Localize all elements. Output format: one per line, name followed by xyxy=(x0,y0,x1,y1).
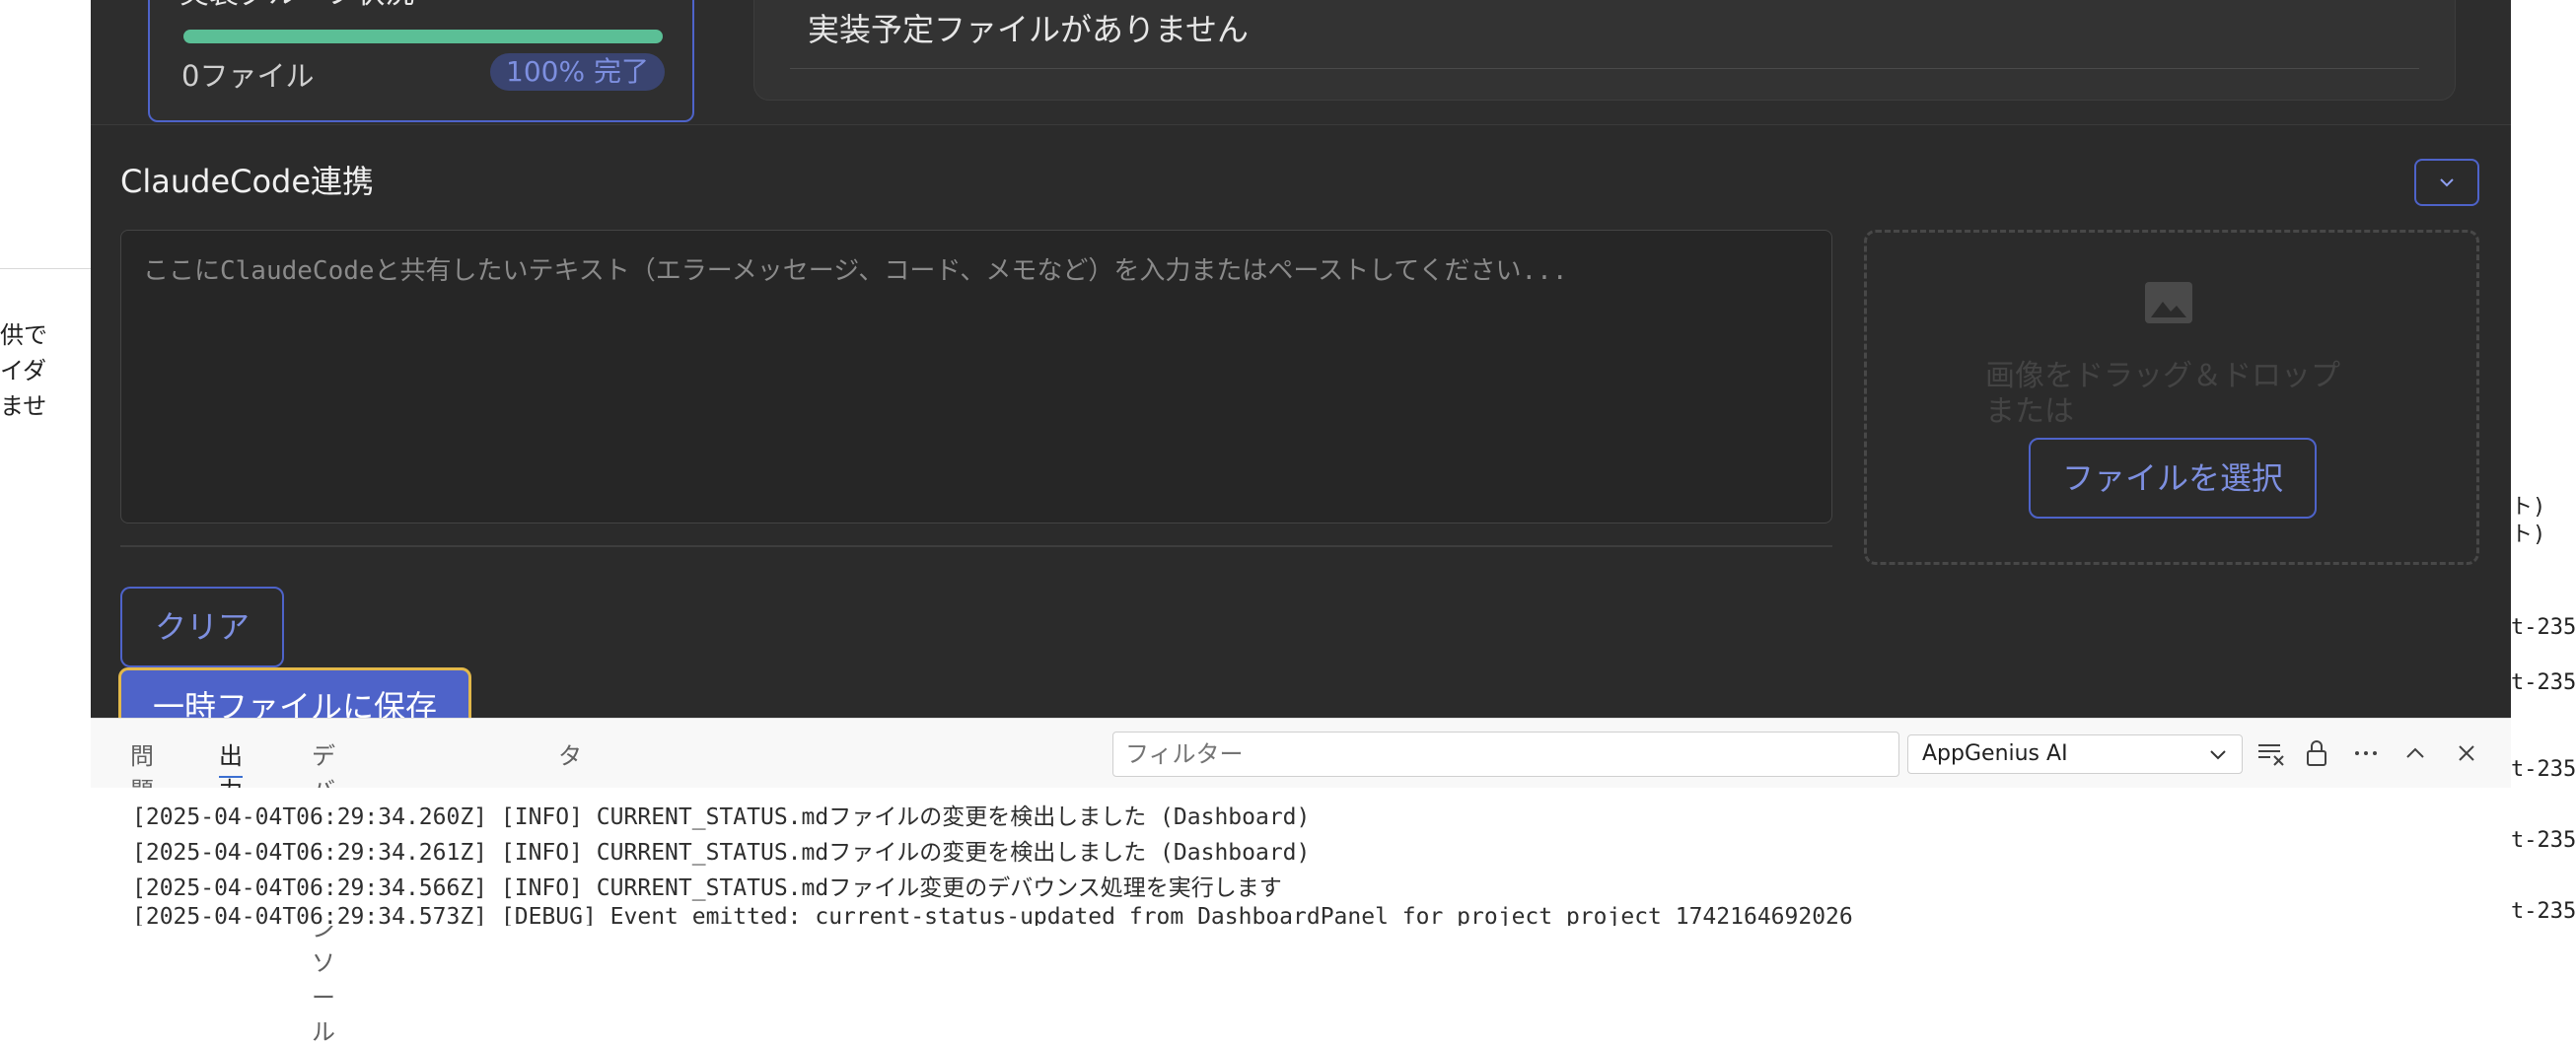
close-panel-icon[interactable] xyxy=(2450,736,2483,770)
divider xyxy=(790,68,2419,69)
progress-bar xyxy=(183,30,663,43)
shared-text-input[interactable]: ここにClaudeCodeと共有したいテキスト（エラーメッセージ、コード、メモな… xyxy=(120,230,1832,524)
log-line: [2025-04-04T06:29:34.260Z] [INFO] CURREN… xyxy=(132,804,1311,830)
text-fragment: t-2354 xyxy=(2511,899,2576,924)
background-editor-left: 供で イダ ませ xyxy=(0,0,91,925)
active-tab-indicator xyxy=(219,776,243,778)
chevron-down-icon xyxy=(2440,178,2454,187)
divider xyxy=(120,545,1832,547)
completion-badge: 100% 完了 xyxy=(490,53,665,91)
drop-or-label: または xyxy=(1985,394,2074,429)
collapse-button[interactable] xyxy=(2414,159,2479,206)
file-count: 0ファイル xyxy=(181,59,315,93)
clear-button[interactable]: クリア xyxy=(120,587,284,667)
textarea-placeholder: ここにClaudeCodeと共有したいテキスト（エラーメッセージ、コード、メモな… xyxy=(143,256,1568,286)
output-channel-select[interactable]: AppGenius AI xyxy=(1907,734,2243,774)
background-editor-right: ト) ト) t-2354 t-2354 t-2354 t-2354 t-2354 xyxy=(2511,0,2576,925)
text-fragment: t-2354 xyxy=(2511,757,2576,782)
log-line: [2025-04-04T06:29:34.573Z] [DEBUG] Event… xyxy=(132,904,1853,926)
divider xyxy=(0,268,91,269)
log-line: [2025-04-04T06:29:34.566Z] [INFO] CURREN… xyxy=(132,875,1282,901)
text-fragment: ト) xyxy=(2511,523,2546,547)
text-fragment: イダ xyxy=(0,357,47,384)
output-panel: 問題 出力 デバッグ コンソール ターミナル AppGenius AI [202… xyxy=(91,718,2511,1046)
text-fragment: t-2354 xyxy=(2511,615,2576,640)
text-fragment: 供で xyxy=(0,321,47,349)
empty-message: 実装予定ファイルがありません xyxy=(808,11,1250,48)
text-fragment: ませ xyxy=(0,392,47,420)
selected-channel: AppGenius AI xyxy=(1922,741,2068,766)
chevron-down-icon xyxy=(2210,750,2226,760)
claudecode-section: ClaudeCode連携 ここにClaudeCodeと共有したいテキスト（エラー… xyxy=(91,124,2511,718)
appgenius-webview: 実装グループ状況 0ファイル 100% 完了 実装予定ファイルがありません Cl… xyxy=(91,0,2511,718)
implementation-card: 実装予定ファイルがありません xyxy=(753,0,2456,101)
filter-input[interactable] xyxy=(1112,732,1899,777)
progress-card-title: 実装グループ状況 xyxy=(179,0,414,12)
more-icon[interactable] xyxy=(2349,736,2383,770)
background-text: 供で イダ ませ xyxy=(0,317,91,424)
choose-file-button[interactable]: ファイルを選択 xyxy=(2029,438,2317,519)
image-drop-zone[interactable]: 画像をドラッグ＆ドロップ または ファイルを選択 xyxy=(1864,230,2479,565)
lock-icon[interactable] xyxy=(2300,736,2333,770)
maximize-panel-icon[interactable] xyxy=(2398,736,2432,770)
progress-card[interactable]: 実装グループ状況 0ファイル 100% 完了 xyxy=(148,0,694,122)
output-log[interactable]: [2025-04-04T06:29:34.260Z] [INFO] CURREN… xyxy=(91,788,2511,926)
clear-output-icon[interactable] xyxy=(2254,736,2288,770)
text-fragment: t-2354 xyxy=(2511,828,2576,853)
section-heading: ClaudeCode連携 xyxy=(120,163,375,200)
image-icon xyxy=(2145,282,2192,323)
dashboard-top-strip: 実装グループ状況 0ファイル 100% 完了 実装予定ファイルがありません xyxy=(91,0,2511,124)
save-temp-file-button[interactable]: 一時ファイルに保存 xyxy=(118,667,471,718)
log-line: [2025-04-04T06:29:34.261Z] [INFO] CURREN… xyxy=(132,840,1311,866)
text-fragment: t-2354 xyxy=(2511,670,2576,695)
